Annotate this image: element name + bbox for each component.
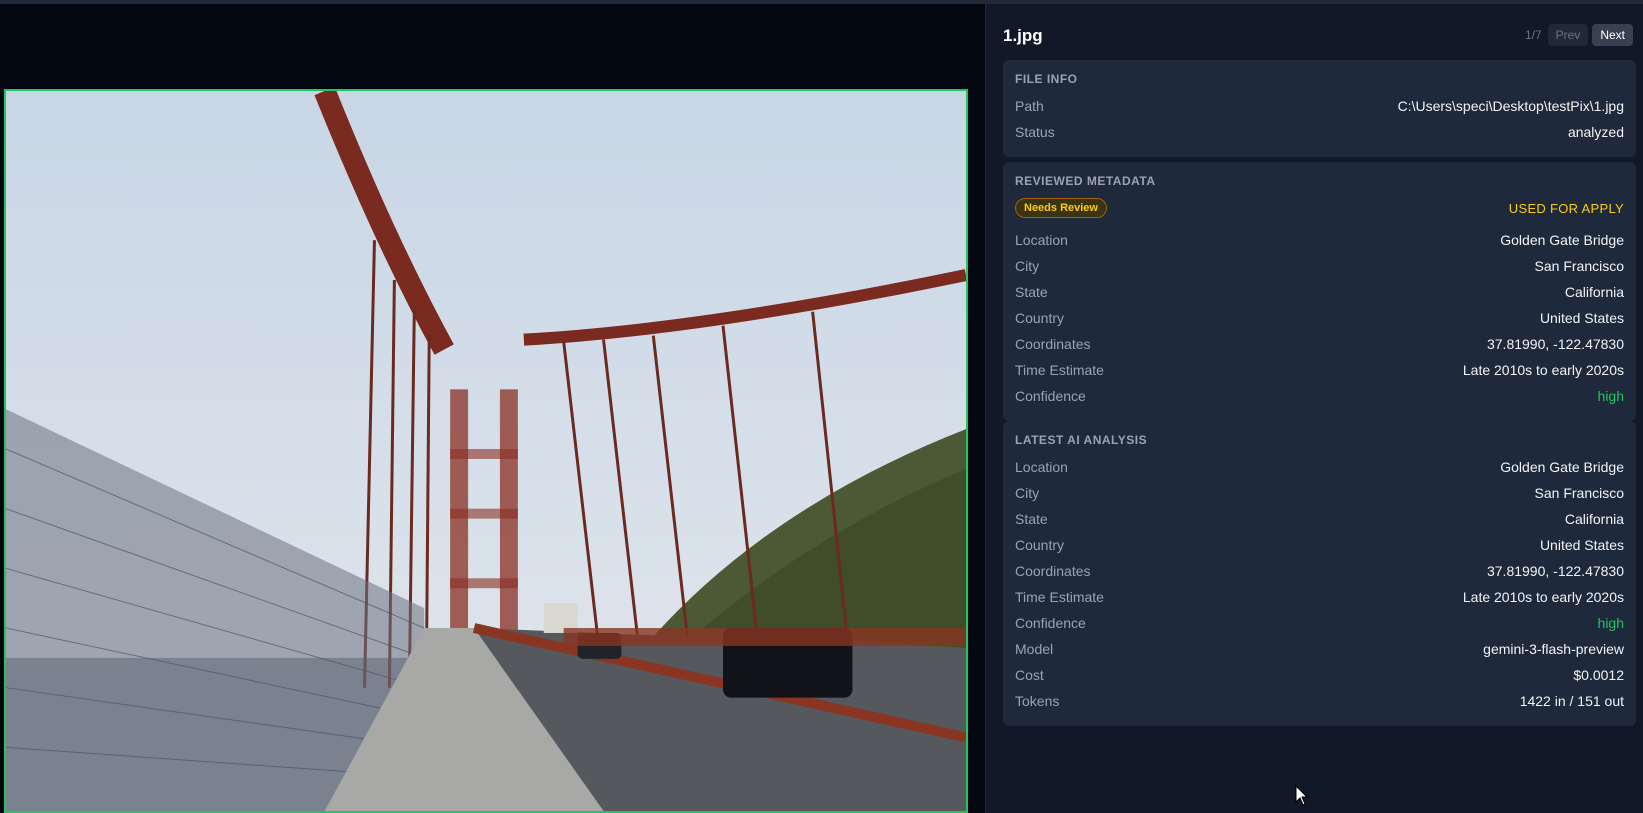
analysis-row-city: City San Francisco [1015,480,1624,506]
file-name: 1.jpg [1003,26,1043,45]
row-label: Confidence [1015,615,1086,631]
image-navigation: 1/7 Prev Next [1525,24,1633,46]
used-for-apply-label: USED FOR APPLY [1508,200,1624,216]
row-value: $0.0012 [1573,667,1624,683]
row-label: Confidence [1015,388,1086,404]
row-value: 37.81990, -122.47830 [1486,563,1624,579]
reviewed-row-confidence: Confidence high [1015,383,1624,409]
mouse-cursor-icon [1295,785,1309,806]
confidence-value: high [1597,615,1624,631]
row-value: California [1564,284,1624,300]
row-label: Country [1015,537,1065,553]
analysis-row-state: State California [1015,506,1624,532]
analysis-row-cost: Cost $0.0012 [1015,662,1624,688]
analysis-row-confidence: Confidence high [1015,610,1624,636]
reviewed-row-time-estimate: Time Estimate Late 2010s to early 2020s [1015,357,1624,383]
row-value: San Francisco [1534,258,1624,274]
row-value: 1422 in / 151 out [1519,693,1624,709]
row-value: gemini-3-flash-preview [1483,641,1624,657]
next-button[interactable]: Next [1592,24,1633,46]
row-value: 37.81990, -122.47830 [1486,336,1624,352]
row-label: Model [1015,641,1054,657]
photo-preview[interactable] [4,89,968,813]
row-label: State [1015,284,1048,300]
reviewed-row-location: Location Golden Gate Bridge [1015,227,1624,253]
file-info-row-path: Path C:\Users\speci\Desktop\testPix\1.jp… [1015,93,1624,119]
metadata-panel: 1.jpg 1/7 Prev Next FILE INFO Path C:\Us… [985,4,1643,813]
row-label: Coordinates [1015,336,1091,352]
row-value: analyzed [1567,124,1624,140]
row-value: United States [1539,537,1624,553]
reviewed-metadata-card: REVIEWED METADATA Needs Review USED FOR … [1003,162,1636,421]
row-label: State [1015,511,1048,527]
reviewed-row-coordinates: Coordinates 37.81990, -122.47830 [1015,331,1624,357]
file-info-title: FILE INFO [1015,72,1078,86]
analysis-row-coordinates: Coordinates 37.81990, -122.47830 [1015,558,1624,584]
image-counter: 1/7 [1524,28,1542,42]
ai-analysis-title: LATEST AI ANALYSIS [1015,433,1148,447]
row-label: City [1015,258,1040,274]
row-label: Cost [1015,667,1044,683]
needs-review-badge: Needs Review [1015,198,1107,218]
prev-button[interactable]: Prev [1547,24,1589,46]
row-value: United States [1539,310,1624,326]
analysis-row-tokens: Tokens 1422 in / 151 out [1015,688,1624,714]
row-value: C:\Users\speci\Desktop\testPix\1.jpg [1397,98,1624,114]
reviewed-row-state: State California [1015,279,1624,305]
analysis-row-location: Location Golden Gate Bridge [1015,454,1624,480]
row-label: Status [1015,124,1055,140]
reviewed-row-country: Country United States [1015,305,1624,331]
row-label: Time Estimate [1015,589,1104,605]
analysis-row-model: Model gemini-3-flash-preview [1015,636,1624,662]
row-label: Location [1015,232,1068,248]
ai-analysis-card: LATEST AI ANALYSIS Location Golden Gate … [1003,421,1636,726]
analysis-row-country: Country United States [1015,532,1624,558]
row-label: Location [1015,459,1068,475]
row-value: San Francisco [1534,485,1624,501]
row-label: Tokens [1015,693,1060,709]
reviewed-metadata-title: REVIEWED METADATA [1015,174,1156,188]
image-viewer [0,4,984,813]
row-label: City [1015,485,1040,501]
row-value: Golden Gate Bridge [1500,459,1624,475]
row-value: California [1564,511,1624,527]
file-info-row-status: Status analyzed [1015,119,1624,145]
row-label: Time Estimate [1015,362,1104,378]
row-value: Golden Gate Bridge [1500,232,1624,248]
analysis-row-time-estimate: Time Estimate Late 2010s to early 2020s [1015,584,1624,610]
row-label: Path [1015,98,1044,114]
row-value: Late 2010s to early 2020s [1462,589,1624,605]
row-label: Coordinates [1015,563,1091,579]
reviewed-row-city: City San Francisco [1015,253,1624,279]
confidence-value: high [1597,388,1624,404]
row-label: Country [1015,310,1065,326]
row-value: Late 2010s to early 2020s [1462,362,1624,378]
photo-image [6,91,966,811]
panel-header: 1.jpg 1/7 Prev Next [1003,24,1633,52]
file-info-card: FILE INFO Path C:\Users\speci\Desktop\te… [1003,60,1636,157]
review-status-row: Needs Review USED FOR APPLY [1015,195,1624,221]
